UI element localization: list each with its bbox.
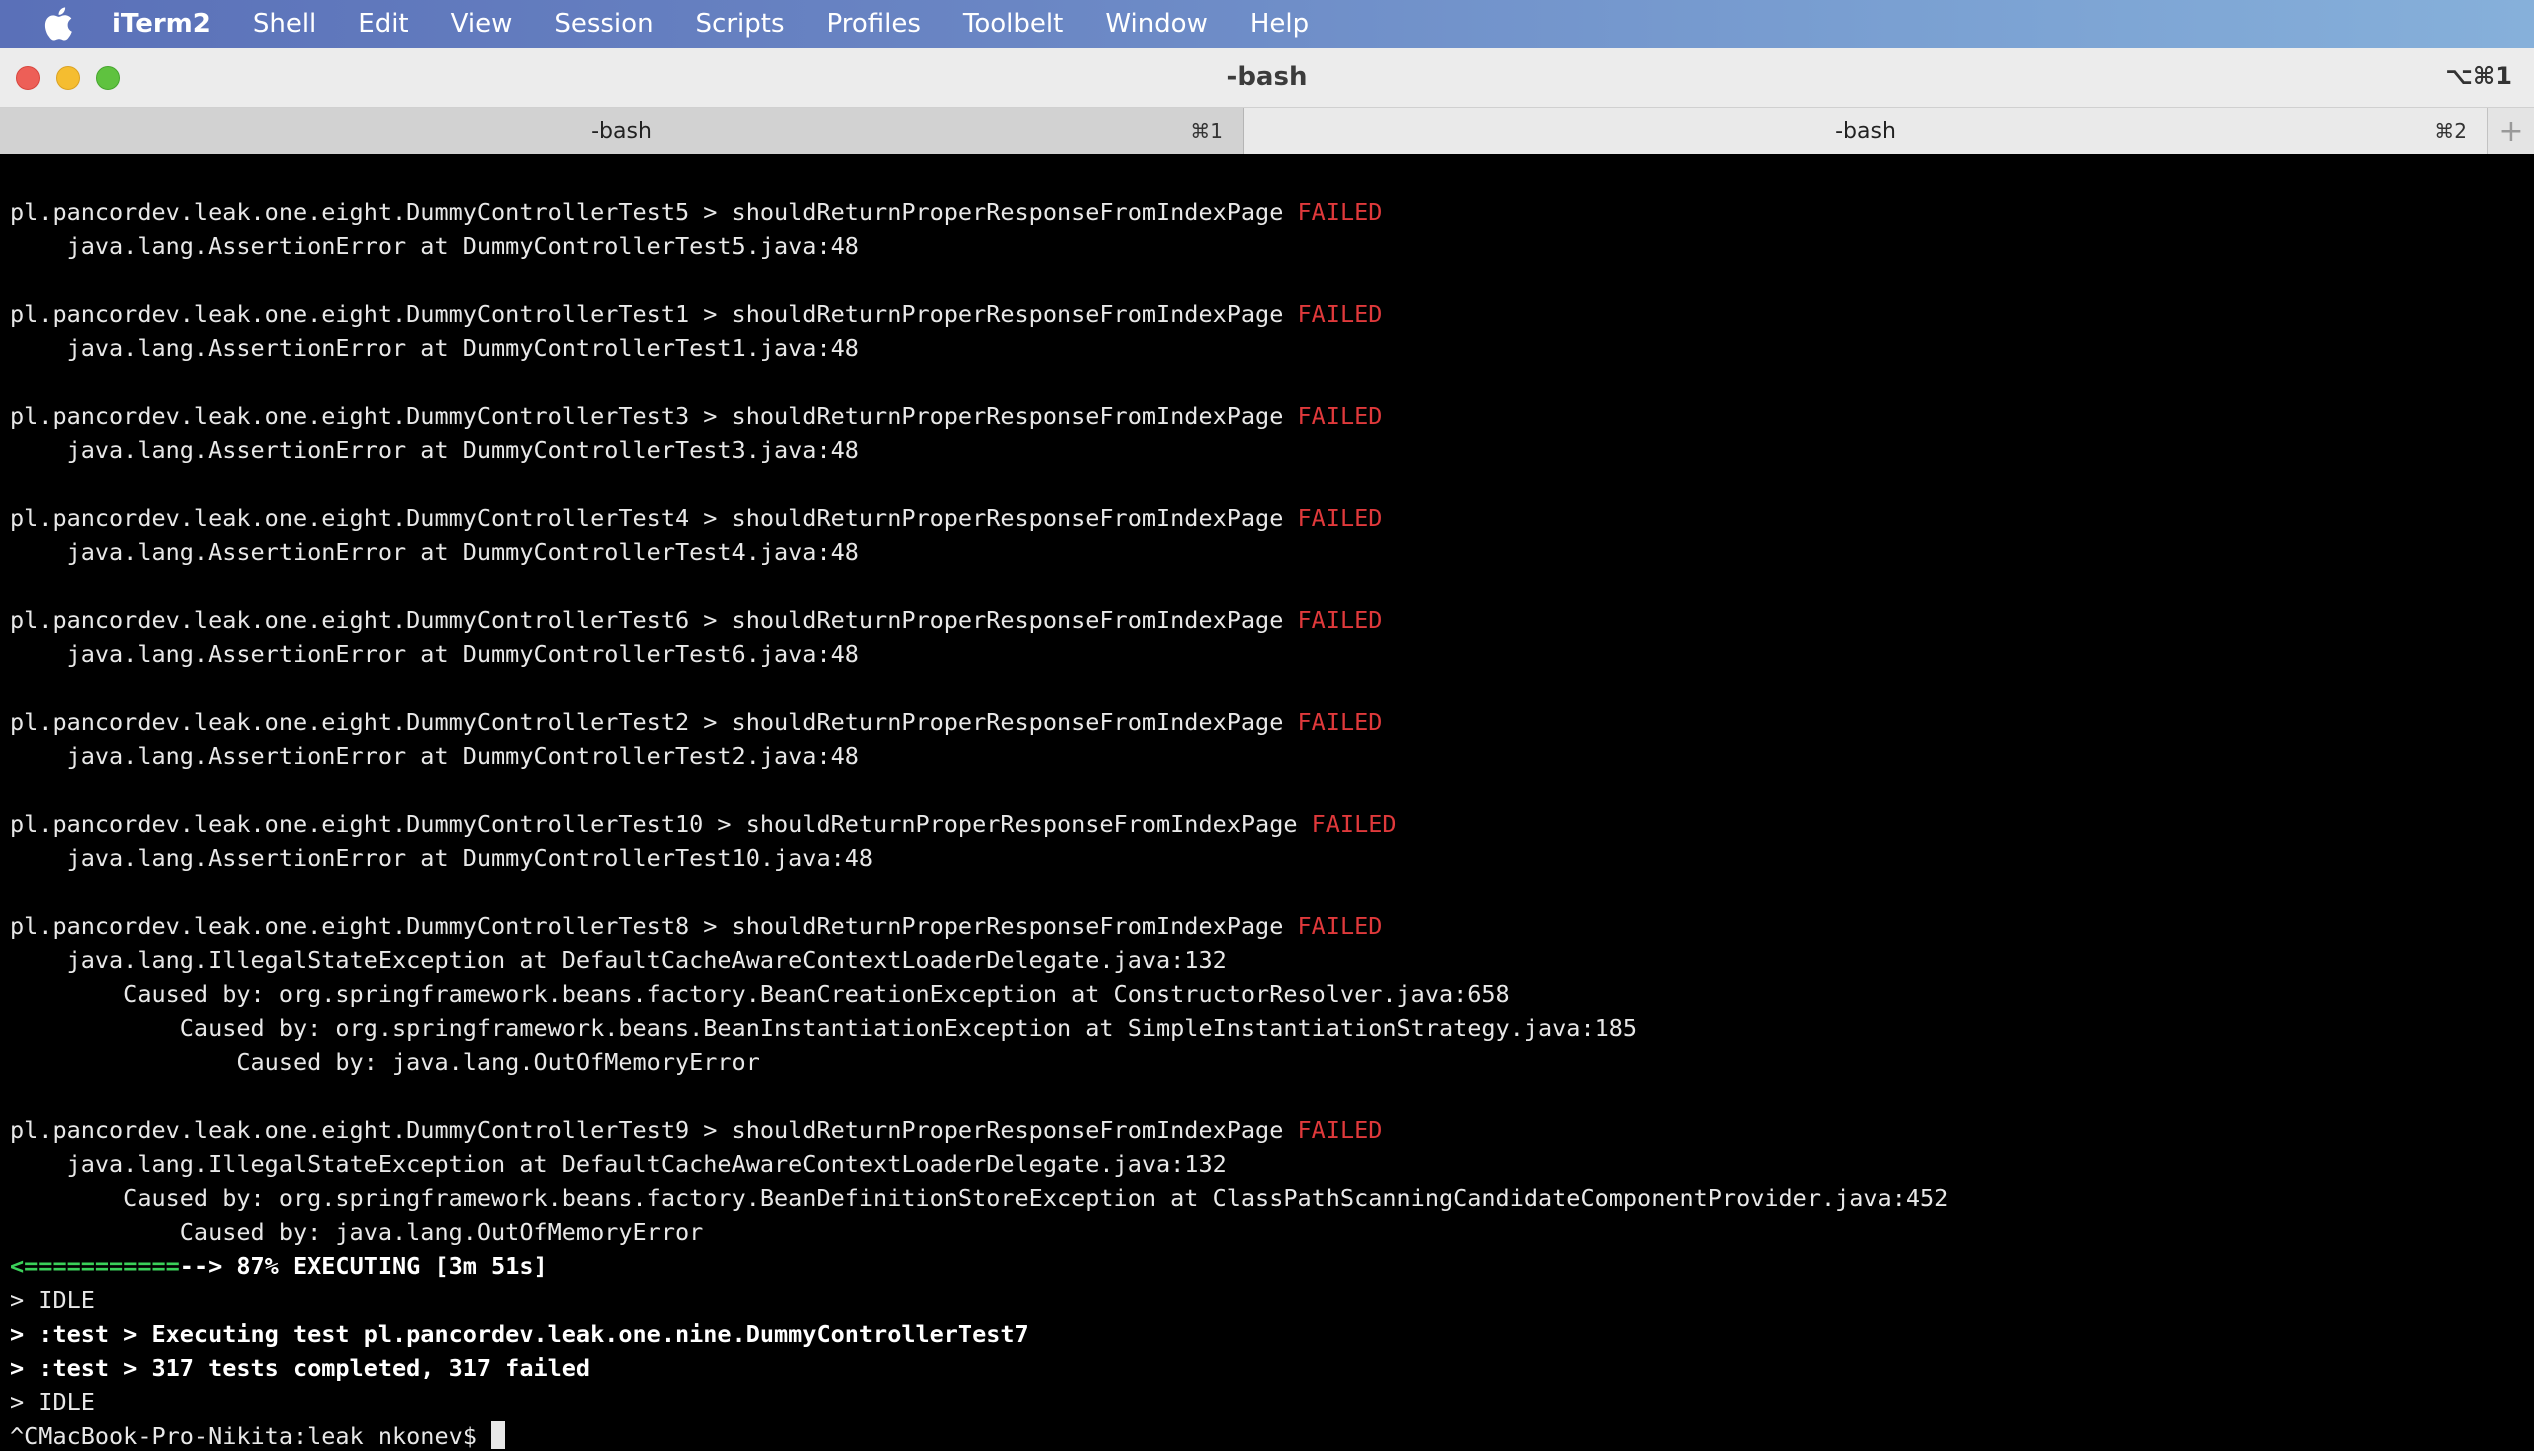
progress-bar-filled: =========== [24,1252,180,1280]
test-name: pl.pancordev.leak.one.eight.DummyControl… [10,504,1298,532]
test-name: pl.pancordev.leak.one.eight.DummyControl… [10,810,1312,838]
stack-trace-line: java.lang.AssertionError at DummyControl… [10,538,859,566]
stack-trace-line: Caused by: java.lang.OutOfMemoryError [10,1048,760,1076]
test-result-line: pl.pancordev.leak.one.eight.DummyControl… [10,705,2534,739]
status-line: > IDLE [10,1286,95,1314]
status-line: > IDLE [10,1388,95,1416]
test-result-line: pl.pancordev.leak.one.eight.DummyControl… [10,297,2534,331]
menu-item-toolbelt[interactable]: Toolbelt [963,9,1063,39]
menu-item-edit[interactable]: Edit [358,9,408,39]
apple-icon[interactable] [40,6,76,42]
stack-trace-line: java.lang.AssertionError at DummyControl… [10,742,859,770]
tab-1-label: -bash [591,118,652,144]
progress-bar-rest: --> [179,1252,237,1280]
failed-label: FAILED [1297,606,1383,634]
failed-label: FAILED [1311,810,1397,838]
test-result-line: pl.pancordev.leak.one.eight.DummyControl… [10,1113,2534,1147]
test-name: pl.pancordev.leak.one.eight.DummyControl… [10,402,1298,430]
test-result-line: pl.pancordev.leak.one.eight.DummyControl… [10,501,2534,535]
test-result-line: pl.pancordev.leak.one.eight.DummyControl… [10,909,2534,943]
test-name: pl.pancordev.leak.one.eight.DummyControl… [10,708,1298,736]
stack-trace-line: java.lang.IllegalStateException at Defau… [10,1150,1227,1178]
stack-trace-line: Caused by: org.springframework.beans.fac… [10,1184,1949,1212]
text-cursor [491,1421,506,1449]
stack-trace-line: java.lang.AssertionError at DummyControl… [10,436,859,464]
failed-label: FAILED [1297,1116,1383,1144]
test-result-line: pl.pancordev.leak.one.eight.DummyControl… [10,399,2534,433]
menu-item-view[interactable]: View [451,9,513,39]
stack-trace-line: Caused by: java.lang.OutOfMemoryError [10,1218,704,1246]
test-result-line: pl.pancordev.leak.one.eight.DummyControl… [10,195,2534,229]
tab-1-shortcut: ⌘1 [1190,119,1223,143]
failed-label: FAILED [1297,198,1383,226]
test-name: pl.pancordev.leak.one.eight.DummyControl… [10,198,1298,226]
status-line: > :test > Executing test pl.pancordev.le… [10,1320,1029,1348]
test-result-line: pl.pancordev.leak.one.eight.DummyControl… [10,603,2534,637]
terminal-output[interactable]: pl.pancordev.leak.one.eight.DummyControl… [0,155,2534,1451]
progress-status: 87% EXECUTING [3m 51s] [236,1252,548,1280]
test-name: pl.pancordev.leak.one.eight.DummyControl… [10,300,1298,328]
failed-label: FAILED [1297,504,1383,532]
stack-trace-line: java.lang.AssertionError at DummyControl… [10,334,859,362]
tab-bar: -bash ⌘1 -bash ⌘2 + [0,108,2534,154]
progress-bar-start: < [10,1252,25,1280]
window-title-bar[interactable]: -bash ⌥⌘1 [0,48,2534,108]
menu-item-iterm2[interactable]: iTerm2 [112,9,211,39]
stack-trace-line: java.lang.AssertionError at DummyControl… [10,640,859,668]
menu-item-session[interactable]: Session [554,9,653,39]
menu-item-shell[interactable]: Shell [253,9,316,39]
new-tab-button[interactable]: + [2488,108,2534,154]
status-line: > :test > 317 tests completed, 317 faile… [10,1354,591,1382]
test-name: pl.pancordev.leak.one.eight.DummyControl… [10,912,1298,940]
failed-label: FAILED [1297,402,1383,430]
failed-label: FAILED [1297,912,1383,940]
prompt-line: ^CMacBook-Pro-Nikita:leak nkonev$ [10,1419,2534,1451]
stack-trace-line: java.lang.AssertionError at DummyControl… [10,844,874,872]
progress-line: <===========--> 87% EXECUTING [3m 51s] [10,1249,2534,1283]
tab-2[interactable]: -bash ⌘2 [1244,108,2488,154]
test-name: pl.pancordev.leak.one.eight.DummyControl… [10,606,1298,634]
failed-label: FAILED [1297,300,1383,328]
failed-label: FAILED [1297,708,1383,736]
tab-1[interactable]: -bash ⌘1 [0,108,1244,154]
menu-item-help[interactable]: Help [1250,9,1309,39]
tab-2-label: -bash [1835,118,1896,144]
menu-bar: iTerm2 Shell Edit View Session Scripts P… [0,0,2534,48]
test-result-line: pl.pancordev.leak.one.eight.DummyControl… [10,807,2534,841]
test-name: pl.pancordev.leak.one.eight.DummyControl… [10,1116,1298,1144]
stack-trace-line: Caused by: org.springframework.beans.fac… [10,980,1510,1008]
stack-trace-line: java.lang.AssertionError at DummyControl… [10,232,859,260]
menu-item-window[interactable]: Window [1105,9,1208,39]
window-shortcut: ⌥⌘1 [2445,62,2512,90]
tab-2-shortcut: ⌘2 [2434,119,2467,143]
stack-trace-line: java.lang.IllegalStateException at Defau… [10,946,1227,974]
window-title: -bash [1226,62,1308,92]
shell-prompt: ^CMacBook-Pro-Nikita:leak nkonev$ [10,1422,492,1450]
menu-item-scripts[interactable]: Scripts [696,9,785,39]
menu-item-profiles[interactable]: Profiles [827,9,921,39]
stack-trace-line: Caused by: org.springframework.beans.Bea… [10,1014,1638,1042]
